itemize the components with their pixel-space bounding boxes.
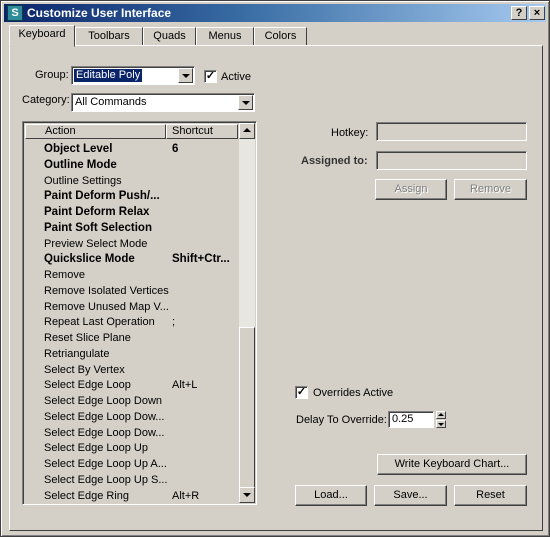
action-column-header[interactable]: Action (25, 124, 166, 139)
assigned-to-label: Assigned to: (301, 155, 368, 167)
scroll-down-button[interactable] (239, 487, 255, 503)
action-name: Remove Isolated Vertices (44, 284, 169, 297)
action-name: Select Edge Loop Down (44, 395, 163, 407)
list-scrollbar[interactable] (239, 123, 255, 503)
assign-button[interactable]: Assign (375, 179, 447, 200)
action-rows: Object Level 6 Outline Mode Outline Setting… (25, 141, 238, 503)
list-item[interactable]: Select Edge Loop Up S... (25, 472, 238, 488)
action-name: Outline Settings (44, 174, 122, 187)
action-name: Object Level (44, 143, 113, 155)
shortcut-column-header[interactable]: Shortcut (166, 124, 238, 139)
action-name: Select Edge Ring (44, 489, 129, 502)
list-item[interactable]: Paint Deform Push/... (25, 188, 238, 204)
delay-input[interactable]: 0.25 (388, 411, 434, 428)
help-button[interactable]: ? (511, 6, 527, 20)
list-item[interactable]: Reset Slice Plane (25, 330, 238, 346)
scroll-up-button[interactable] (239, 123, 255, 139)
list-item[interactable]: Select Edge Loop Dow... (25, 425, 238, 441)
delay-label: Delay To Override: (296, 414, 387, 426)
action-name: Select Edge Loop Up S... (44, 473, 168, 486)
list-item[interactable]: Repeat Last Operation; (25, 314, 238, 330)
list-item[interactable]: Object Level 6 (25, 141, 238, 157)
list-item[interactable]: Paint Deform Relax (25, 204, 238, 220)
action-name: Select Edge Loop Up A... (44, 458, 167, 470)
action-name: Remove Unused Map V... (44, 300, 169, 313)
title-bar[interactable]: S Customize User Interface ? × (4, 4, 546, 22)
list-item[interactable]: Outline Settings (25, 173, 238, 189)
reset-button[interactable]: Reset (454, 485, 527, 506)
hotkey-field[interactable] (376, 122, 527, 141)
action-name: Select Edge Loop Up (44, 442, 148, 455)
overrides-active-checkbox[interactable]: ✓ (295, 386, 308, 399)
action-name: Retriangulate (44, 347, 110, 360)
category-value: All Commands (75, 96, 147, 108)
shortcut-value: Shift+Ctr... (172, 253, 230, 266)
shortcut-value: Alt+L (172, 379, 198, 392)
active-label: Active (221, 71, 251, 83)
app-icon: S (7, 5, 23, 21)
group-dropdown[interactable]: Editable Poly (71, 66, 195, 85)
action-name: Select By Vertex (44, 363, 125, 376)
action-name: Paint Deform Push/... (44, 190, 160, 203)
action-name: Reset Slice Plane (44, 332, 131, 344)
save-button[interactable]: Save... (374, 485, 447, 506)
list-item[interactable]: Select By Vertex (25, 362, 238, 378)
list-item[interactable]: Select Edge Loop Up (25, 440, 238, 456)
list-item[interactable]: Remove (25, 267, 238, 283)
assigned-to-field (376, 151, 527, 170)
spinner-down-icon[interactable] (436, 420, 446, 428)
tab-menus[interactable]: Menus (196, 27, 254, 46)
action-name: Paint Soft Selection (44, 221, 152, 234)
overrides-active-label: Overrides Active (313, 387, 394, 399)
list-item[interactable]: Quickslice Mode Shift+Ctr... (25, 251, 238, 267)
chevron-down-icon[interactable] (238, 95, 253, 110)
action-list[interactable]: Action Shortcut Object Level 6 Outline Mod… (22, 121, 257, 505)
action-name: Select Edge Loop (44, 379, 131, 392)
spinner-up-icon[interactable] (436, 411, 446, 419)
action-name: Paint Deform Relax (44, 206, 150, 218)
scroll-thumb[interactable] (239, 327, 255, 497)
hotkey-label: Hotkey: (331, 127, 369, 139)
shortcut-value: Alt+R (172, 489, 200, 502)
action-name: Select Edge Loop Dow... (44, 426, 165, 439)
list-item[interactable]: Preview Select Mode (25, 236, 238, 252)
list-item[interactable]: Outline Mode (25, 157, 238, 173)
shortcut-value: 6 (172, 143, 179, 155)
action-name: Outline Mode (44, 158, 117, 171)
load-button[interactable]: Load... (295, 485, 367, 506)
list-item[interactable]: Select Edge Ring Alt+R (25, 488, 238, 504)
write-keyboard-chart-button[interactable]: Write Keyboard Chart... (377, 454, 527, 475)
action-name: Remove (44, 269, 85, 281)
shortcut-value: ; (172, 316, 176, 329)
active-checkbox[interactable]: ✓ (204, 70, 217, 83)
tab-colors[interactable]: Colors (254, 27, 307, 46)
list-item[interactable]: Select Edge Loop Dow... (25, 409, 238, 425)
chevron-down-icon[interactable] (178, 68, 193, 83)
customize-ui-dialog: S Customize User Interface ? × Keyboard … (0, 0, 550, 537)
close-button[interactable]: × (529, 6, 545, 20)
list-item[interactable]: Select Edge Loop Down (25, 393, 238, 409)
group-label: Group: (35, 69, 69, 81)
remove-button[interactable]: Remove (454, 179, 527, 200)
group-value: Editable Poly (74, 69, 143, 82)
list-item[interactable]: Remove Isolated Vertices (25, 283, 238, 299)
action-name: Quickslice Mode (44, 253, 135, 266)
action-name: Select Edge Loop Dow... (44, 410, 165, 423)
tab-toolbars[interactable]: Toolbars (75, 27, 143, 46)
category-label: Category: (22, 94, 70, 106)
list-item[interactable]: Select Edge Loop Up A... (25, 456, 238, 472)
action-name: Preview Select Mode (44, 237, 148, 250)
list-item[interactable]: Remove Unused Map V... (25, 299, 238, 315)
tab-keyboard[interactable]: Keyboard (9, 25, 75, 47)
list-item[interactable]: Paint Soft Selection (25, 220, 238, 236)
list-item[interactable]: Retriangulate (25, 346, 238, 362)
tab-quads[interactable]: Quads (143, 27, 196, 46)
action-name: Repeat Last Operation (44, 316, 155, 329)
category-dropdown[interactable]: All Commands (71, 93, 255, 112)
list-item[interactable]: Select Edge Loop Alt+L (25, 377, 238, 393)
window-title: Customize User Interface (27, 6, 172, 20)
